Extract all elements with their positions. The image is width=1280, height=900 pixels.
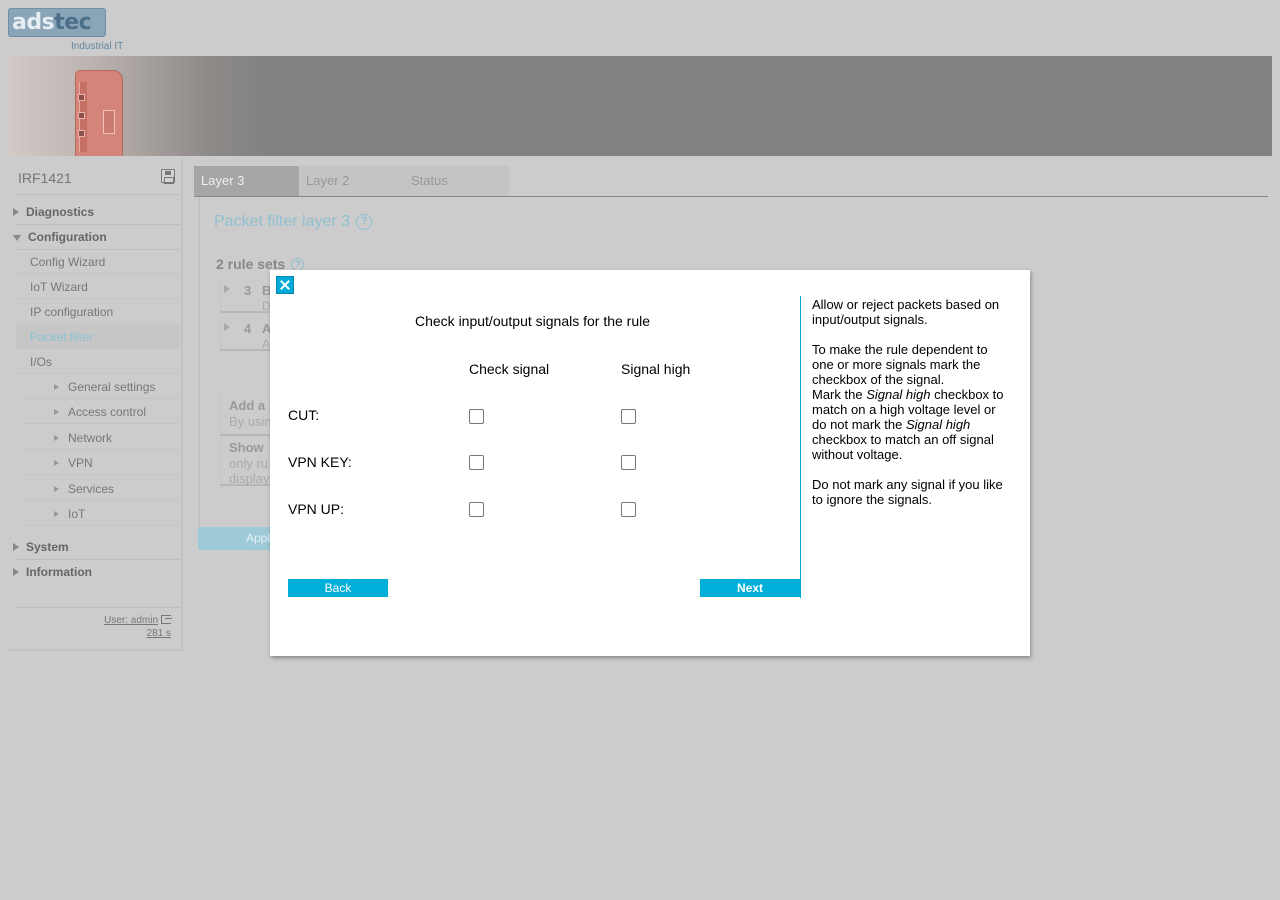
sidebar-item-label: Services [68,481,115,496]
sidebar-item-access-control[interactable]: Access control [24,400,180,424]
checkbox-cut-signal-high[interactable] [621,409,636,424]
signal-dialog: Check input/output signals for the rule … [270,270,1030,656]
device-name: IRF1421 [18,170,72,186]
help-paragraph: Mark the Signal high checkbox to match o… [812,387,1004,462]
logo-mark: adstec [8,8,106,37]
chevron-right-icon [13,568,19,576]
session-timer[interactable]: 281 s [104,627,171,640]
sidebar-item-vpn[interactable]: VPN [24,451,180,475]
user-label: User: admin [104,615,158,626]
chevron-right-icon [13,543,19,551]
ads-tec-logo: adstec Industrial IT [8,8,138,54]
header-banner [8,56,1272,156]
sidebar-item-services[interactable]: Services [24,477,180,501]
sidebar-item-label: Information [26,565,92,579]
chevron-right-icon [54,485,59,492]
back-button[interactable]: Back [288,579,388,597]
save-icon[interactable] [161,169,175,184]
device-image [73,68,128,156]
sidebar-item-diagnostics[interactable]: Diagnostics [8,200,181,224]
checkbox-vpn-up-signal-high[interactable] [621,502,636,517]
chevron-right-icon [13,208,19,216]
dialog-help-text: Allow or reject packets based on input/o… [812,297,1012,522]
page-title-text: Packet filter layer 3 [214,213,351,230]
checkbox-vpn-key-signal-high[interactable] [621,455,636,470]
help-icon[interactable]: ? [356,214,373,230]
sidebar-item-system[interactable]: System [8,535,181,559]
next-button[interactable]: Next [700,579,800,597]
page-title: Packet filter layer 3 ? [214,213,373,231]
rule-number: 4 [244,321,252,336]
signal-label-cut: CUT: [288,407,320,423]
chevron-right-icon [54,383,59,390]
dialog-divider [800,296,801,598]
tab-layer-3[interactable]: Layer 3 [194,166,299,196]
sidebar-item-configuration[interactable]: Configuration [8,225,181,249]
sidebar-divider [16,194,180,195]
help-paragraph: Allow or reject packets based on input/o… [812,297,1000,327]
sidebar-item-label: Configuration [28,230,107,244]
checkbox-vpn-up-check-signal[interactable] [469,502,484,517]
user-link[interactable]: User: admin [104,614,172,627]
sidebar-item-label: System [26,540,69,554]
tab-status[interactable]: Status [404,166,509,196]
chevron-right-icon [54,459,59,466]
sidebar-item-ios[interactable]: I/Os [16,350,180,374]
signal-label-vpn-key: VPN KEY: [288,454,352,470]
logo-tagline: Industrial IT [71,41,124,52]
sidebar-item-iot-wizard[interactable]: IoT Wizard [16,275,180,299]
close-icon[interactable] [276,276,294,294]
sidebar-item-network[interactable]: Network [24,426,180,450]
apply-button[interactable]: Appl [198,527,278,550]
sidebar-item-packet-filter[interactable]: Packet filter [16,325,180,349]
sidebar-item-config-wizard[interactable]: Config Wizard [16,250,180,274]
dialog-title: Check input/output signals for the rule [415,313,651,329]
logout-icon[interactable] [161,615,172,624]
sidebar: IRF1421 Diagnostics Configuration Config… [8,158,183,651]
sidebar-item-label: Access control [68,404,147,419]
sidebar-item-iot[interactable]: IoT [24,502,180,526]
expand-icon[interactable] [224,285,230,293]
logo-text-tec: tec [54,9,92,35]
sidebar-divider [16,607,180,608]
sidebar-item-ip-configuration[interactable]: IP configuration [16,300,180,324]
sidebar-item-label: Network [68,430,113,445]
sidebar-item-label: VPN [68,455,93,470]
chevron-right-icon [54,408,59,415]
expand-icon[interactable] [224,323,230,331]
help-paragraph: Do not mark any signal if you like to ig… [812,477,1003,507]
signal-label-vpn-up: VPN UP: [288,501,345,517]
help-icon[interactable]: ? [291,257,305,271]
sidebar-item-label: IoT [68,506,86,521]
user-info: User: admin 281 s [104,614,172,640]
sidebar-item-label: Diagnostics [26,205,95,219]
checkbox-vpn-key-check-signal[interactable] [469,455,484,470]
chevron-down-icon [13,235,21,241]
checkbox-cut-check-signal[interactable] [469,409,484,424]
help-paragraph: To make the rule dependent to one or mor… [812,342,988,387]
chevron-right-icon [54,510,59,517]
sidebar-item-information[interactable]: Information [8,560,181,584]
chevron-right-icon [54,434,59,441]
column-header-check-signal: Check signal [469,361,550,377]
sidebar-item-general-settings[interactable]: General settings [24,375,180,399]
tab-layer-2[interactable]: Layer 2 [299,166,404,196]
rule-description: A [262,337,271,351]
rule-number: 3 [244,283,252,298]
logo-text-ads: ads [12,9,55,35]
column-header-signal-high: Signal high [621,361,691,377]
sidebar-item-label: General settings [68,379,156,394]
